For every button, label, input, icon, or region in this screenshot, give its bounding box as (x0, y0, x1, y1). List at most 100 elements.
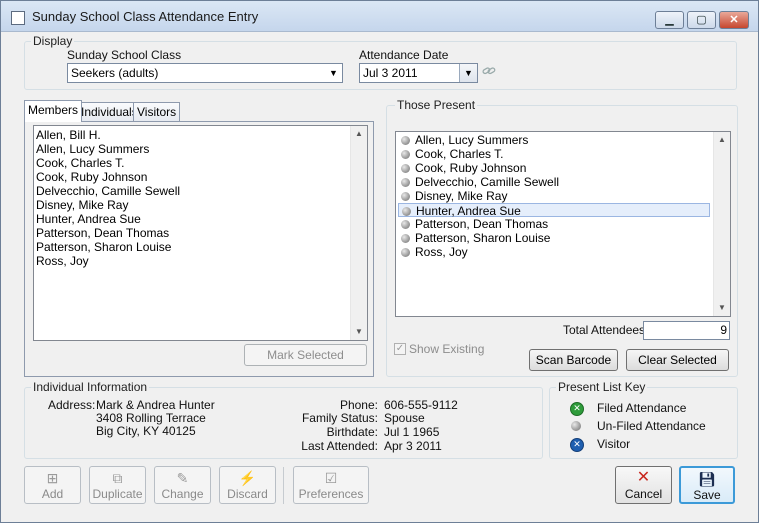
list-item[interactable]: Patterson, Sharon Louise (36, 240, 171, 254)
window-icon (11, 11, 25, 25)
date-picker[interactable]: Jul 3 2011 ▼ (359, 63, 478, 83)
list-item[interactable]: Hunter, Andrea Sue (36, 212, 141, 226)
unfiled-status-icon (401, 234, 410, 243)
list-item[interactable]: Allen, Lucy Summers (398, 133, 710, 147)
class-select[interactable]: Seekers (adults) ▼ (67, 63, 343, 83)
tab-members[interactable]: Members (24, 100, 83, 122)
title-bar: Sunday School Class Attendance Entry ▁ ▢… (1, 1, 758, 32)
unfiled-status-icon (401, 164, 410, 173)
list-item[interactable]: Disney, Mike Ray (398, 189, 710, 203)
duplicate-button[interactable]: ⧉ Duplicate (89, 466, 146, 504)
list-item[interactable]: Allen, Lucy Summers (36, 142, 149, 156)
list-item[interactable]: Cook, Charles T. (36, 156, 124, 170)
list-item[interactable]: Ross, Joy (36, 254, 89, 268)
present-item-label: Disney, Mike Ray (415, 189, 508, 203)
list-item[interactable]: Disney, Mike Ray (36, 198, 128, 212)
maximize-button[interactable]: ▢ (687, 11, 716, 29)
attendance-window: Sunday School Class Attendance Entry ▁ ▢… (0, 0, 759, 523)
duplicate-icon: ⧉ (112, 470, 123, 486)
members-list[interactable]: Allen, Bill H. Allen, Lucy Summers Cook,… (33, 125, 368, 341)
show-existing-checkbox[interactable]: ✓ (394, 343, 406, 355)
save-icon: 💾︎ (698, 471, 716, 487)
show-existing-label: Show Existing (409, 342, 485, 356)
unfiled-status-icon (401, 248, 410, 257)
change-button[interactable]: ✎ Change (154, 466, 211, 504)
change-label: Change (161, 487, 204, 501)
present-group-label: Those Present (395, 98, 478, 112)
total-attendees-field[interactable]: 9 (643, 321, 730, 340)
save-button[interactable]: 💾︎ Save (679, 466, 735, 504)
phone-value: 606-555-9112 (384, 398, 458, 412)
discard-label: Discard (227, 487, 268, 501)
change-icon: ✎ (176, 470, 189, 486)
address-line: Big City, KY 40125 (96, 424, 196, 438)
calendar-dropdown-icon[interactable]: ▼ (459, 64, 477, 82)
toolbar-divider (283, 467, 284, 504)
preferences-button[interactable]: ☑ Preferences (293, 466, 369, 504)
scroll-up-icon[interactable]: ▲ (351, 126, 367, 142)
key-group-label: Present List Key (556, 380, 648, 394)
add-button[interactable]: ⊞ Add (24, 466, 81, 504)
list-item[interactable]: Patterson, Dean Thomas (398, 217, 710, 231)
scroll-down-icon[interactable]: ▼ (351, 324, 367, 340)
present-list[interactable]: Allen, Lucy Summers Cook, Charles T. Coo… (395, 131, 731, 317)
chevron-down-icon[interactable]: ▼ (325, 64, 342, 82)
cancel-button[interactable]: ✕ Cancel (615, 466, 672, 504)
list-item[interactable]: Cook, Ruby Johnson (398, 161, 710, 175)
present-scrollbar[interactable]: ▲ ▼ (713, 132, 730, 316)
visitor-icon: ✕ (570, 438, 584, 452)
family-status-value: Spouse (384, 411, 425, 425)
minimize-button[interactable]: ▁ (655, 11, 684, 29)
members-panel: Allen, Bill H. Allen, Lucy Summers Cook,… (24, 121, 374, 377)
birthdate-label: Birthdate: (326, 425, 378, 439)
scan-barcode-button[interactable]: Scan Barcode (529, 349, 618, 371)
clear-selected-button[interactable]: Clear Selected (626, 349, 729, 371)
class-select-value: Seekers (adults) (71, 66, 159, 80)
list-item[interactable]: Patterson, Dean Thomas (36, 226, 169, 240)
address-line: 3408 Rolling Terrace (96, 411, 206, 425)
address-line: Mark & Andrea Hunter (96, 398, 215, 412)
list-item[interactable]: Cook, Ruby Johnson (36, 170, 147, 184)
members-scrollbar[interactable]: ▲ ▼ (350, 126, 367, 340)
discard-button[interactable]: ⚡ Discard (219, 466, 276, 504)
save-label: Save (693, 488, 721, 502)
tab-individuals[interactable]: Individuals (77, 102, 142, 121)
tab-visitors[interactable]: Visitors (133, 102, 181, 121)
unfiled-status-icon (401, 178, 410, 187)
last-attended-value: Apr 3 2011 (384, 439, 442, 453)
list-item[interactable]: Ross, Joy (398, 245, 710, 259)
add-icon: ⊞ (46, 470, 59, 486)
list-item-selected[interactable]: Hunter, Andrea Sue (398, 203, 710, 218)
present-item-label: Hunter, Andrea Sue (416, 204, 521, 218)
present-item-label: Allen, Lucy Summers (415, 133, 529, 147)
add-label: Add (41, 487, 64, 501)
present-item-label: Delvecchio, Camille Sewell (415, 175, 560, 189)
phone-label: Phone: (339, 398, 378, 412)
close-button[interactable]: ✕ (719, 11, 749, 29)
list-item[interactable]: Delvecchio, Camille Sewell (36, 184, 180, 198)
present-item-label: Cook, Charles T. (415, 147, 504, 161)
scroll-down-icon[interactable]: ▼ (714, 300, 730, 316)
last-attended-label: Last Attended: (301, 439, 378, 453)
cancel-label: Cancel (624, 487, 663, 501)
filed-attendance-icon: ✕ (570, 402, 584, 416)
individual-info-label: Individual Information (31, 380, 150, 394)
unfiled-status-icon (401, 220, 410, 229)
visitor-label: Visitor (597, 437, 631, 451)
date-picker-value: Jul 3 2011 (363, 66, 418, 80)
unfiled-status-icon (401, 192, 410, 201)
cancel-icon: ✕ (636, 469, 651, 486)
unfiled-status-icon (402, 207, 411, 216)
unfiled-status-icon (401, 150, 410, 159)
present-item-label: Patterson, Dean Thomas (415, 217, 549, 231)
family-status-label: Family Status: (301, 411, 378, 425)
link-icon[interactable] (482, 65, 496, 77)
list-item[interactable]: Allen, Bill H. (36, 128, 101, 142)
list-item[interactable]: Patterson, Sharon Louise (398, 231, 710, 245)
scroll-up-icon[interactable]: ▲ (714, 132, 730, 148)
list-item[interactable]: Cook, Charles T. (398, 147, 710, 161)
list-item[interactable]: Delvecchio, Camille Sewell (398, 175, 710, 189)
birthdate-value: Jul 1 1965 (384, 425, 440, 439)
present-item-label: Patterson, Sharon Louise (415, 231, 551, 245)
mark-selected-button[interactable]: Mark Selected (244, 344, 367, 366)
